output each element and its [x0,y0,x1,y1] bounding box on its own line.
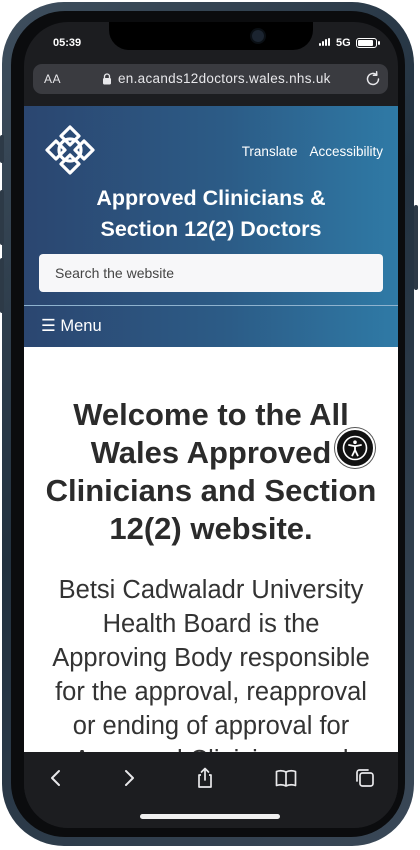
status-time: 05:39 [53,37,82,49]
celtic-knot-logo[interactable] [43,123,97,177]
header-divider [24,305,398,306]
chevron-left-icon[interactable] [44,766,68,790]
intro-line: or ending of approval for [72,712,350,740]
network-type: 5G [336,37,351,49]
welcome-line: Clinicians and Section [45,473,377,508]
translate-link[interactable]: Translate [242,144,298,159]
intro-line: Approving Body responsible [52,644,370,672]
front-camera [250,28,266,44]
header-links: Translate Accessibility [242,144,383,159]
intro-line: Approved Clinicians and [38,743,384,752]
accessibility-person-icon [342,435,368,461]
battery-icon [356,38,377,48]
intro-line: Health Board is the [102,610,320,638]
lock-icon [103,73,111,85]
intro-line: for the approval, reapproval [55,678,367,706]
welcome-line: 12(2) website. [109,511,313,546]
search-input[interactable] [39,254,383,292]
welcome-line: Welcome to the All [73,397,349,432]
welcome-heading: Welcome to the All Wales Approved Clinic… [38,396,384,548]
notch [109,22,313,50]
home-indicator[interactable] [140,814,280,819]
mute-switch [0,135,4,163]
share-icon[interactable] [193,766,217,790]
text-size-button[interactable]: AA [44,72,61,86]
volume-up-button [0,190,4,245]
intro-line: Betsi Cadwaladr University [58,576,364,604]
battery-cap [378,41,380,45]
web-page: Translate Accessibility Approved Clinici… [24,106,398,752]
site-title-line-1: Approved Clinicians & [96,186,326,210]
intro-paragraph: Betsi Cadwaladr University Health Board … [38,573,384,752]
phone-screen: 05:39 5G AA en.acands12doctors.wales.nhs… [24,22,398,828]
site-title[interactable]: Approved Clinicians & Section 12(2) Doct… [24,183,398,245]
power-button [414,205,418,290]
signal-icon [319,38,330,46]
accessibility-widget-button[interactable] [335,428,375,468]
address-bar[interactable]: AA en.acands12doctors.wales.nhs.uk [33,64,388,94]
url-text[interactable]: en.acands12doctors.wales.nhs.uk [118,71,331,86]
tabs-icon[interactable] [353,766,377,790]
volume-down-button [0,258,4,313]
book-icon[interactable] [274,766,298,790]
reload-icon[interactable] [364,70,382,88]
chevron-right-icon[interactable] [117,766,141,790]
welcome-line: Wales Approved [90,435,332,470]
accessibility-link[interactable]: Accessibility [309,144,383,159]
menu-label: ☰ Menu [41,317,102,335]
menu-button[interactable]: ☰ Menu [41,316,102,336]
site-header: Translate Accessibility Approved Clinici… [24,106,398,347]
site-title-line-2: Section 12(2) Doctors [100,217,322,241]
